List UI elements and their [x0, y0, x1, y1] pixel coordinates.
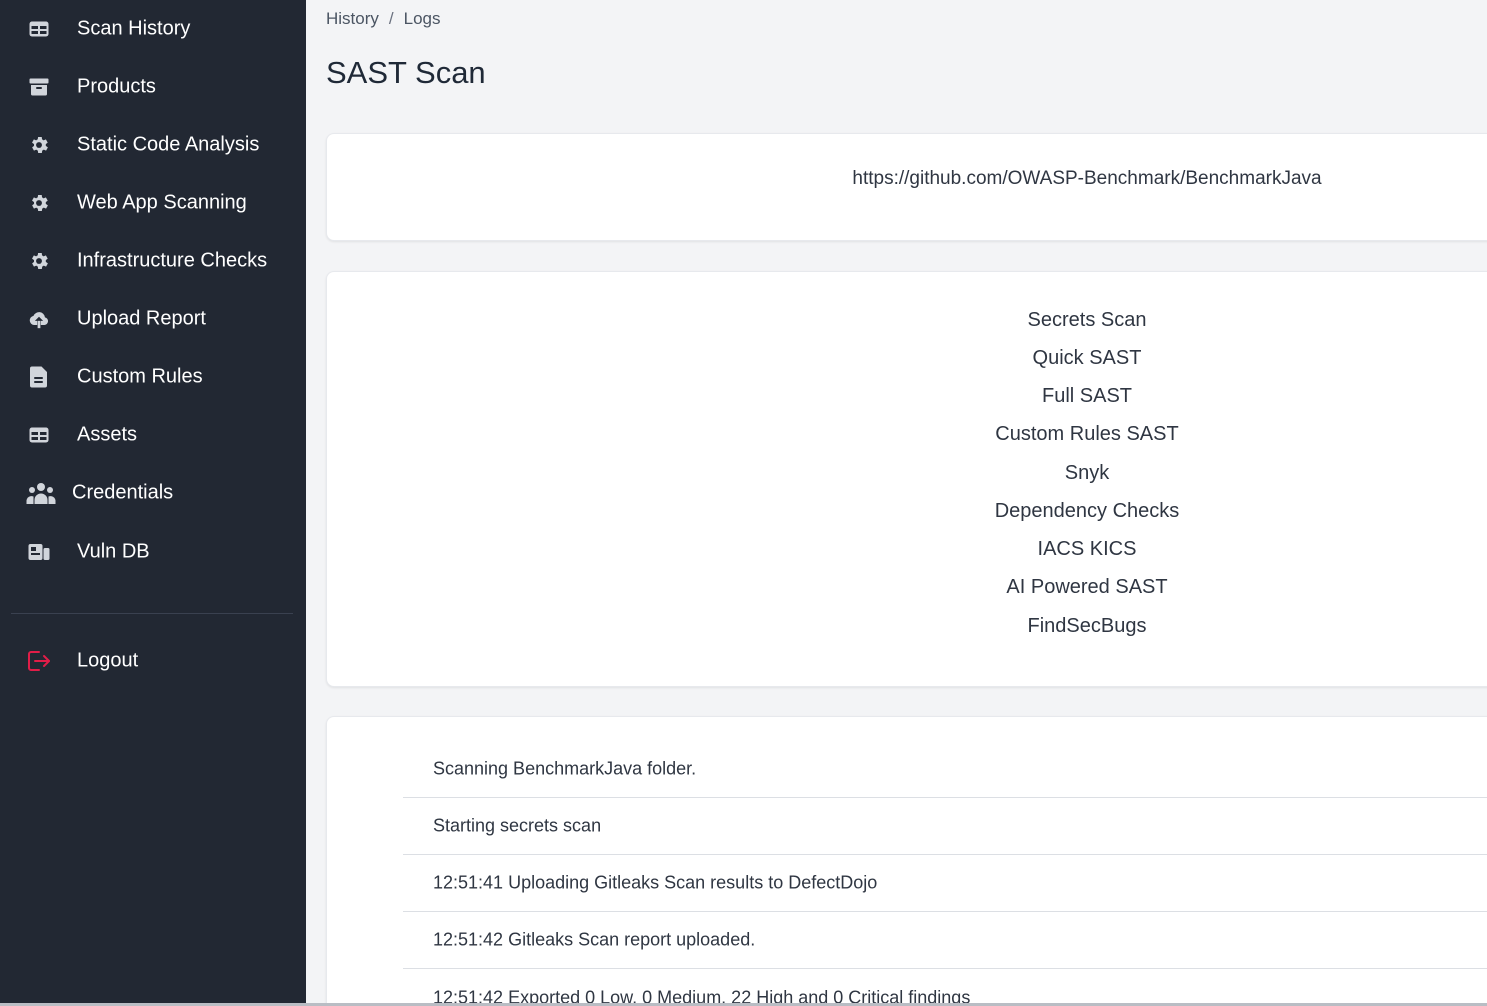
- sidebar-item-vuln-db[interactable]: Vuln DB: [0, 530, 306, 574]
- log-entry: Starting secrets scan: [403, 798, 1487, 855]
- sidebar-item-credentials[interactable]: Credentials: [0, 471, 306, 515]
- log-entry: Scanning BenchmarkJava folder.: [403, 741, 1487, 798]
- table-icon: [27, 423, 51, 447]
- scan-option-custom-rules-sast[interactable]: Custom Rules SAST: [327, 417, 1487, 451]
- breadcrumb-item-logs: Logs: [403, 9, 441, 28]
- log-entry: 12:51:42 Gitleaks Scan report uploaded.: [403, 912, 1487, 969]
- sidebar-item-label: Upload Report: [77, 307, 206, 330]
- log-text: 12:51:42 Gitleaks Scan report uploaded.: [433, 929, 756, 950]
- sidebar-item-label: Static Code Analysis: [77, 133, 260, 156]
- scan-option-quick-sast[interactable]: Quick SAST: [327, 341, 1487, 375]
- sidebar-item-label: Web App Scanning: [77, 191, 247, 214]
- sidebar-item-label: Custom Rules: [77, 365, 203, 388]
- breadcrumb-separator: /: [388, 9, 394, 28]
- app-root: Scan History Products Static Code Analys…: [0, 0, 1487, 1006]
- log-text: 12:51:41 Uploading Gitleaks Scan results…: [433, 872, 878, 893]
- logs-card: Scanning BenchmarkJava folder. Starting …: [326, 716, 1487, 1006]
- scan-option-secrets-scan[interactable]: Secrets Scan: [327, 303, 1487, 337]
- log-text: Starting secrets scan: [433, 815, 602, 836]
- sidebar-divider: [11, 613, 293, 614]
- breadcrumb: History / Logs: [326, 9, 441, 29]
- scan-options-card: Secrets Scan Quick SAST Full SAST Custom…: [326, 271, 1487, 687]
- logout-icon: [27, 649, 51, 673]
- sidebar-item-assets[interactable]: Assets: [0, 413, 306, 457]
- archive-icon: [27, 75, 51, 99]
- scan-option-findsecbugs[interactable]: FindSecBugs: [327, 609, 1487, 643]
- sidebar-item-infrastructure-checks[interactable]: Infrastructure Checks: [0, 239, 306, 283]
- scan-option-full-sast[interactable]: Full SAST: [327, 379, 1487, 413]
- sidebar-item-products[interactable]: Products: [0, 65, 306, 109]
- repo-card: https://github.com/OWASP-Benchmark/Bench…: [326, 133, 1487, 241]
- people-icon: [26, 481, 56, 505]
- sidebar-item-upload-report[interactable]: Upload Report: [0, 297, 306, 341]
- main-content: History / Logs SAST Scan https://github.…: [306, 0, 1487, 1006]
- sidebar-item-logout[interactable]: Logout: [0, 639, 306, 683]
- cloud-upload-icon: [27, 307, 51, 331]
- scan-option-ai-powered-sast[interactable]: AI Powered SAST: [327, 570, 1487, 604]
- sidebar-item-label: Infrastructure Checks: [77, 249, 268, 272]
- scan-option-snyk[interactable]: Snyk: [327, 456, 1487, 490]
- sidebar-item-static-code-analysis[interactable]: Static Code Analysis: [0, 123, 306, 167]
- sidebar-item-label: Products: [77, 75, 156, 98]
- sidebar-item-custom-rules[interactable]: Custom Rules: [0, 355, 306, 399]
- sidebar-item-label: Assets: [77, 423, 138, 446]
- sidebar-item-scan-history[interactable]: Scan History: [0, 7, 306, 51]
- log-entry: 12:51:41 Uploading Gitleaks Scan results…: [403, 855, 1487, 912]
- database-icon: [27, 540, 51, 564]
- gear-icon: [27, 249, 51, 273]
- log-entry: 12:51:42 Exported 0 Low, 0 Medium, 22 Hi…: [403, 970, 1487, 1006]
- gear-icon: [27, 191, 51, 215]
- sidebar-item-label: Vuln DB: [77, 540, 150, 563]
- log-text: Scanning BenchmarkJava folder.: [433, 758, 697, 779]
- sidebar: Scan History Products Static Code Analys…: [0, 0, 306, 1006]
- page-title: SAST Scan: [326, 55, 486, 90]
- sidebar-item-label: Logout: [77, 649, 139, 672]
- scan-option-dependency-checks[interactable]: Dependency Checks: [327, 494, 1487, 528]
- sidebar-item-label: Credentials: [72, 481, 174, 504]
- document-icon: [27, 365, 51, 389]
- scan-option-iacs-kics[interactable]: IACS KICS: [327, 532, 1487, 566]
- sidebar-item-web-app-scanning[interactable]: Web App Scanning: [0, 181, 306, 225]
- table-icon: [27, 17, 51, 41]
- repo-url: https://github.com/OWASP-Benchmark/Bench…: [852, 168, 1322, 189]
- breadcrumb-item-history[interactable]: History: [326, 9, 379, 29]
- gear-icon: [27, 133, 51, 157]
- sidebar-item-label: Scan History: [77, 17, 191, 40]
